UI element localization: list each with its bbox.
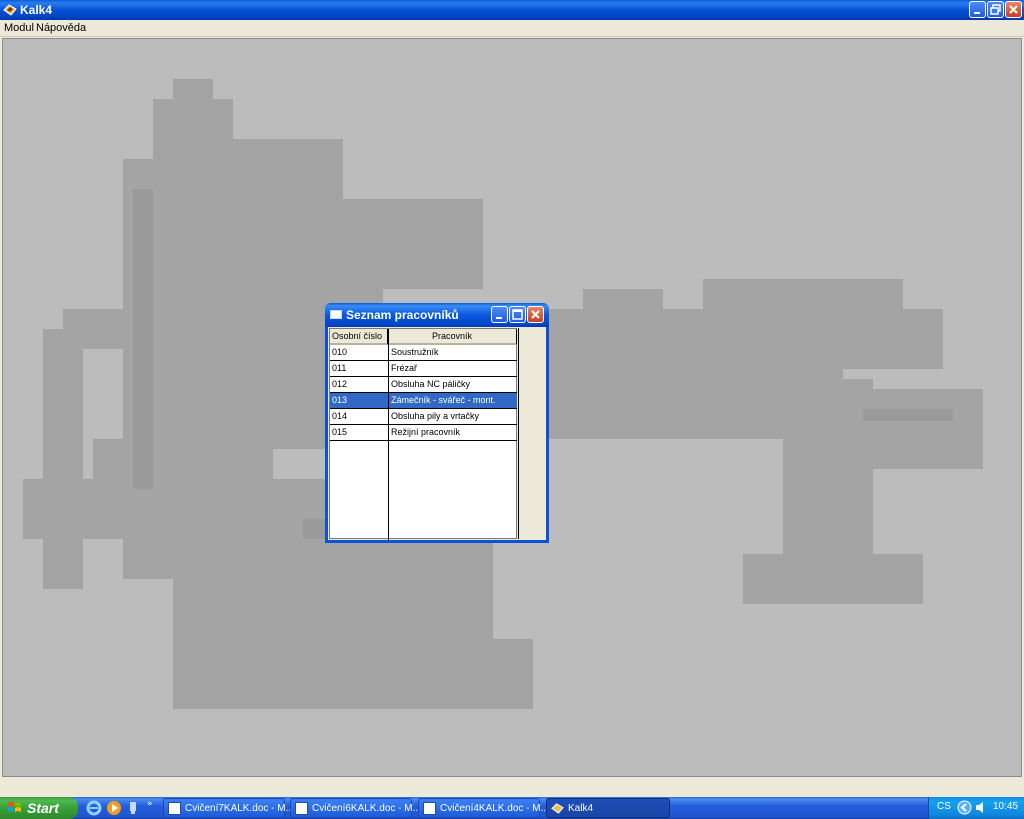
table-row[interactable]: 012 Obsluha NC páličky [330,377,517,393]
taskbar-item-cviceni7[interactable]: Cvičení7KALK.doc - M... [163,798,294,818]
table-row-selected[interactable]: 013 Zámečník - svářeč - mont. [330,393,517,409]
dialog-title: Seznam pracovníků [346,308,459,322]
show-desktop-icon[interactable] [125,800,141,816]
windows-flag-icon [8,802,21,812]
taskbar-item-cviceni4[interactable]: Cvičení4KALK.doc - M... [418,798,549,818]
table-row[interactable]: 010 Soustružník [330,345,517,361]
kalk4-app-icon [3,4,17,16]
dialog-title-bar[interactable]: Seznam pracovníků [325,303,549,327]
cell-id: 013 [332,395,348,405]
menu-bar: Modul Nápověda [0,20,1024,37]
restore-button[interactable] [987,1,1004,18]
start-label: Start [27,800,59,816]
word-doc-icon [423,802,436,815]
employee-list-dialog: Seznam pracovníků Osobní číslo Pracovník… [325,303,549,543]
language-indicator[interactable]: CS [937,801,951,812]
dialog-minimize-button[interactable] [491,306,508,323]
dialog-window-icon [330,310,342,319]
kalk4-app-icon [551,803,564,814]
start-button[interactable]: Start [0,797,78,819]
close-icon [531,310,540,319]
media-player-icon[interactable] [106,800,122,816]
cell-name: Obsluha pily a vrtačky [391,411,480,421]
tray-expand-icon[interactable] [957,800,972,815]
minimize-icon [974,12,980,14]
cell-name: Soustružník [391,347,439,357]
cell-name: Obsluha NC páličky [391,379,471,389]
table-row[interactable]: 014 Obsluha pily a vrtačky [330,409,517,425]
dialog-body: Osobní číslo Pracovník 010 Soustružník 0… [328,327,546,540]
column-header-id[interactable]: Osobní číslo [330,329,388,345]
employee-grid[interactable]: Osobní číslo Pracovník 010 Soustružník 0… [329,328,517,540]
internet-explorer-icon[interactable] [86,800,102,816]
taskbar-item-kalk4[interactable]: Kalk4 [546,798,670,818]
minimize-button[interactable] [969,1,986,18]
cell-id: 012 [332,379,348,389]
mdi-client-area: Seznam pracovníků Osobní číslo Pracovník… [2,38,1022,777]
menu-item-napoveda[interactable]: Nápověda [36,22,86,34]
cell-id: 014 [332,411,348,421]
grid-empty-area [518,328,545,539]
word-doc-icon [168,802,181,815]
volume-icon[interactable] [974,800,989,815]
cell-id: 011 [332,363,347,373]
task-label: Kalk4 [568,803,594,814]
window-title: Kalk4 [20,3,53,17]
menu-item-modul[interactable]: Modul [4,22,34,34]
table-row[interactable]: 011 Frézař [330,361,517,377]
dialog-maximize-button[interactable] [509,306,526,323]
column-divider [388,329,389,540]
system-tray: CS 10:45 [928,797,1024,819]
task-label: Cvičení6KALK.doc - M... [312,803,421,814]
taskbar-item-cviceni6[interactable]: Cvičení6KALK.doc - M... [290,798,421,818]
cell-id: 010 [332,347,348,357]
word-doc-icon [295,802,308,815]
dialog-close-button[interactable] [527,306,544,323]
status-bar [0,778,1024,797]
cell-id: 015 [332,427,348,437]
restore-icon [990,4,1001,15]
minimize-icon [496,317,502,319]
taskbar: Start » Cvičení7KALK.doc - M... Cvičení6… [0,797,1024,819]
task-label: Cvičení7KALK.doc - M... [185,803,294,814]
clock[interactable]: 10:45 [993,801,1018,812]
close-icon [1009,5,1018,14]
column-header-name[interactable]: Pracovník [388,329,517,345]
cell-name: Režijní pracovník [391,427,461,437]
close-button[interactable] [1005,1,1022,18]
task-label: Cvičení4KALK.doc - M... [440,803,549,814]
main-window: Kalk4 Modul Nápověda Seznam pracovníků O… [0,0,1024,797]
maximize-icon [512,309,523,320]
quick-launch-chevron-icon[interactable]: » [147,799,153,809]
cell-name: Zámečník - svářeč - mont. [391,395,496,405]
cell-name: Frézař [391,363,418,373]
table-row[interactable]: 015 Režijní pracovník [330,425,517,441]
title-bar[interactable]: Kalk4 [0,0,1024,20]
